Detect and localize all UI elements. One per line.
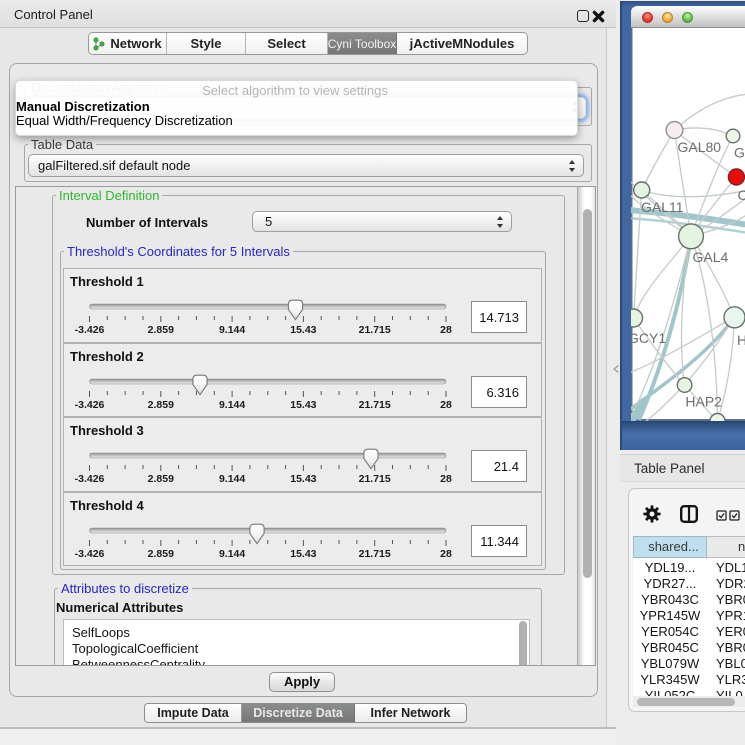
svg-text:15.43: 15.43 <box>290 548 316 560</box>
svg-text:9.144: 9.144 <box>219 399 245 411</box>
svg-text:-3.426: -3.426 <box>75 473 105 485</box>
svg-text:-3.426: -3.426 <box>75 324 105 336</box>
svg-text:28: 28 <box>440 473 452 485</box>
svg-text:HAP2: HAP2 <box>685 394 722 410</box>
svg-text:28: 28 <box>440 324 452 336</box>
svg-text:15.43: 15.43 <box>290 324 316 336</box>
svg-text:28: 28 <box>440 399 452 411</box>
svg-text:HA: HA <box>737 332 745 348</box>
svg-text:2.859: 2.859 <box>148 473 174 485</box>
svg-text:9.144: 9.144 <box>219 324 245 336</box>
svg-text:21.715: 21.715 <box>359 399 391 411</box>
svg-text:GA: GA <box>734 145 745 161</box>
svg-text:CD: CD <box>738 187 745 203</box>
svg-text:9.144: 9.144 <box>219 473 245 485</box>
svg-text:GAL4: GAL4 <box>693 249 729 265</box>
svg-text:2.859: 2.859 <box>148 324 174 336</box>
svg-text:2.859: 2.859 <box>148 548 174 560</box>
svg-text:21.715: 21.715 <box>359 324 391 336</box>
svg-text:28: 28 <box>440 548 452 560</box>
svg-text:9.144: 9.144 <box>219 548 245 560</box>
svg-text:GAL80: GAL80 <box>678 139 722 155</box>
svg-text:-3.426: -3.426 <box>75 548 105 560</box>
svg-text:GAL11: GAL11 <box>641 199 684 215</box>
svg-text:21.715: 21.715 <box>359 548 391 560</box>
svg-text:2.859: 2.859 <box>148 399 174 411</box>
svg-text:15.43: 15.43 <box>290 473 316 485</box>
svg-text:21.715: 21.715 <box>359 473 391 485</box>
svg-text:-3.426: -3.426 <box>75 399 105 411</box>
svg-text:15.43: 15.43 <box>290 399 316 411</box>
svg-text:GCY1: GCY1 <box>631 330 666 346</box>
